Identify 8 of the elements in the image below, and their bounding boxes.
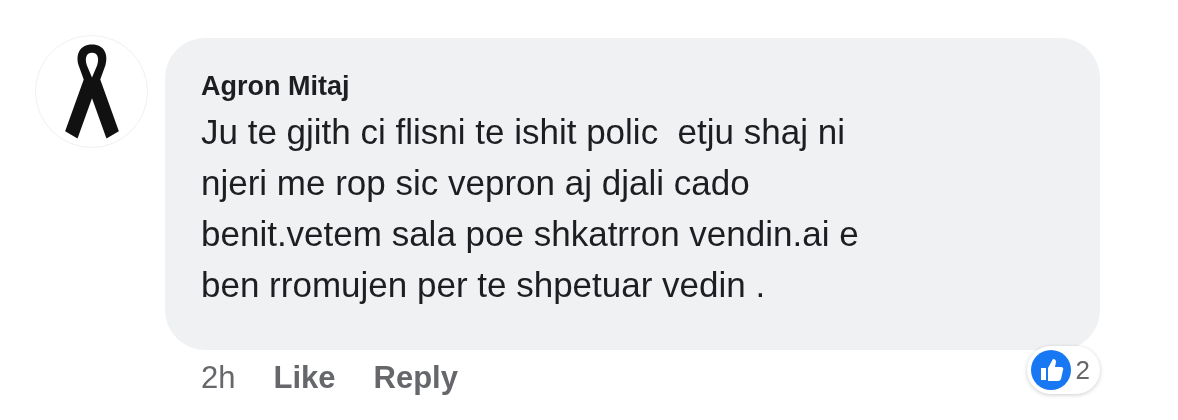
author-name[interactable]: Agron Mitaj — [201, 68, 1070, 104]
action-link[interactable]: Like — [273, 360, 336, 396]
timestamp[interactable]: 2h — [201, 360, 236, 396]
reaction-badge[interactable]: 2 — [1026, 346, 1100, 394]
thumbs-up-icon — [1030, 350, 1071, 390]
reaction-count: 2 — [1075, 354, 1090, 386]
comment-text: Ju te gjith ci flisni te ishit polic etju shaj ni njeri me rop sic vepron aj djali cado benit.vetem sala poe shkatrron vendin.ai e ben rromujen per te shpetuar vedin . — [201, 111, 860, 306]
action-link[interactable]: Reply — [373, 360, 458, 396]
